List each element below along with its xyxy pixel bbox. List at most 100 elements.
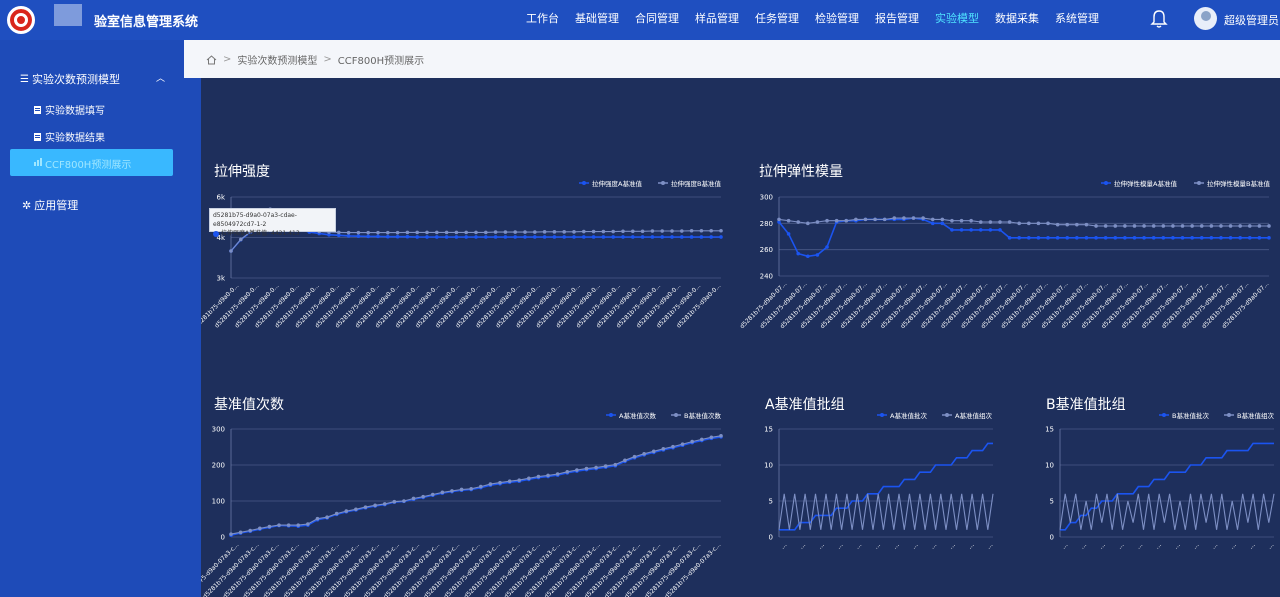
nav-experiment-model[interactable]: 实验模型 bbox=[927, 0, 987, 40]
y-tick-label: 3k bbox=[216, 275, 225, 283]
data-point bbox=[503, 230, 508, 234]
sidebar-group-label: 实验次数预测模型 bbox=[31, 73, 120, 86]
breadcrumb: > 实验次数预测模型 > CCF800H预测展示 bbox=[206, 52, 424, 67]
data-point bbox=[306, 522, 310, 526]
data-point bbox=[786, 232, 791, 236]
legend-marker bbox=[1227, 413, 1231, 417]
x-tick-label: … bbox=[1135, 541, 1144, 550]
data-point bbox=[572, 235, 576, 239]
x-tick-label: … bbox=[1098, 541, 1107, 550]
data-point bbox=[402, 499, 406, 503]
x-tick-label: … bbox=[1229, 541, 1238, 550]
sidebar-item-label: 实验数据填写 bbox=[45, 106, 105, 117]
data-point bbox=[1180, 236, 1185, 240]
chart-title: 基准值次数 bbox=[214, 396, 284, 413]
nav-basic[interactable]: 基础管理 bbox=[567, 0, 627, 40]
data-point bbox=[395, 230, 400, 235]
data-point bbox=[1094, 224, 1098, 228]
chart-title: B基准值批组 bbox=[1046, 396, 1126, 413]
y-tick-label: 300 bbox=[212, 426, 225, 434]
breadcrumb-separator: > bbox=[223, 54, 232, 65]
data-point bbox=[613, 462, 618, 467]
data-point bbox=[601, 235, 606, 239]
data-point bbox=[405, 234, 410, 239]
data-point bbox=[719, 228, 723, 233]
data-point bbox=[1209, 224, 1214, 228]
data-point bbox=[825, 218, 829, 223]
data-point bbox=[1084, 236, 1089, 240]
sidebar-item-label: CCF800H预测展示 bbox=[45, 160, 132, 171]
legend-marker bbox=[1197, 181, 1201, 185]
nav-report[interactable]: 报告管理 bbox=[867, 0, 927, 40]
user-name[interactable]: 超级管理员 bbox=[1224, 12, 1279, 28]
series-line bbox=[778, 217, 1269, 227]
legend-marker bbox=[674, 413, 678, 417]
data-point bbox=[582, 229, 586, 234]
data-point bbox=[1017, 236, 1021, 240]
data-point bbox=[969, 228, 973, 232]
avatar[interactable] bbox=[1194, 7, 1217, 30]
sidebar-group-prediction-model[interactable]: ☰ 实验次数预测模型 ︿ bbox=[20, 71, 165, 87]
data-point bbox=[1257, 236, 1262, 240]
data-point bbox=[1209, 236, 1214, 240]
data-point bbox=[940, 221, 945, 226]
y-tick-label: 240 bbox=[760, 273, 773, 281]
bell-icon[interactable] bbox=[1150, 9, 1168, 29]
nav-workbench[interactable]: 工作台 bbox=[518, 0, 567, 40]
series-line bbox=[1059, 493, 1275, 530]
legend-marker bbox=[582, 181, 586, 185]
x-tick-label: … bbox=[779, 541, 788, 550]
chevron-up-icon: ︿ bbox=[155, 74, 165, 84]
sidebar-item-ccf800h[interactable]: CCF800H预测展示 bbox=[10, 149, 173, 176]
nav-task[interactable]: 任务管理 bbox=[747, 0, 807, 40]
sidebar-item-app-management[interactable]: ✲ 应用管理 bbox=[22, 197, 78, 213]
data-point bbox=[1123, 224, 1127, 228]
data-point bbox=[796, 251, 801, 256]
data-point bbox=[689, 228, 694, 233]
data-point bbox=[969, 218, 973, 223]
home-icon[interactable] bbox=[206, 54, 217, 65]
data-point bbox=[286, 523, 291, 527]
data-point bbox=[1065, 222, 1070, 227]
data-point bbox=[239, 237, 243, 242]
nav-contract[interactable]: 合同管理 bbox=[627, 0, 687, 40]
data-point bbox=[229, 249, 233, 253]
nav-sample[interactable]: 样品管理 bbox=[687, 0, 747, 40]
top-header: 验室信息管理系统 工作台 基础管理 合同管理 样品管理 任务管理 检验管理 报告… bbox=[0, 0, 1280, 40]
y-tick-label: 300 bbox=[760, 194, 773, 202]
sidebar-item-label: 实验数据结果 bbox=[45, 133, 105, 144]
legend-label: 拉伸弹性模量A基准值 bbox=[1114, 179, 1177, 188]
data-point bbox=[1065, 236, 1070, 240]
data-point bbox=[572, 230, 576, 234]
x-tick-label: … bbox=[873, 541, 882, 550]
nav-inspection[interactable]: 检验管理 bbox=[807, 0, 867, 40]
data-point bbox=[376, 230, 380, 235]
data-point bbox=[603, 464, 608, 468]
x-tick-label: … bbox=[1116, 541, 1125, 550]
data-point bbox=[1257, 224, 1262, 228]
data-point bbox=[1238, 236, 1242, 240]
data-point bbox=[1267, 236, 1271, 240]
legend-marker bbox=[661, 181, 665, 185]
data-point bbox=[411, 496, 416, 501]
nav-data-collection[interactable]: 数据采集 bbox=[987, 0, 1047, 40]
dashboard-panel: 拉伸强度 拉伸强度A基准值 拉伸强度B基准值 3k 4k 6k d5281b75-d9a0-… bbox=[182, 78, 1280, 597]
y-tick-label: 15 bbox=[764, 426, 773, 434]
data-point bbox=[709, 235, 713, 239]
data-point bbox=[1151, 224, 1156, 228]
y-tick-label: 10 bbox=[764, 462, 773, 470]
data-point bbox=[440, 490, 445, 495]
nav-system[interactable]: 系统管理 bbox=[1047, 0, 1107, 40]
data-point bbox=[479, 484, 483, 489]
data-point bbox=[632, 454, 637, 459]
sidebar-item-data-entry[interactable]: 实验数据填写 bbox=[34, 102, 105, 117]
data-point bbox=[392, 499, 397, 504]
data-point bbox=[552, 230, 557, 234]
data-point bbox=[575, 468, 579, 472]
x-tick-label: … bbox=[817, 541, 826, 550]
breadcrumb-item[interactable]: 实验次数预测模型 bbox=[237, 52, 317, 67]
data-point bbox=[873, 217, 877, 222]
sidebar-item-data-result[interactable]: 实验数据结果 bbox=[34, 129, 105, 144]
data-point bbox=[863, 217, 868, 222]
data-point bbox=[921, 216, 925, 220]
